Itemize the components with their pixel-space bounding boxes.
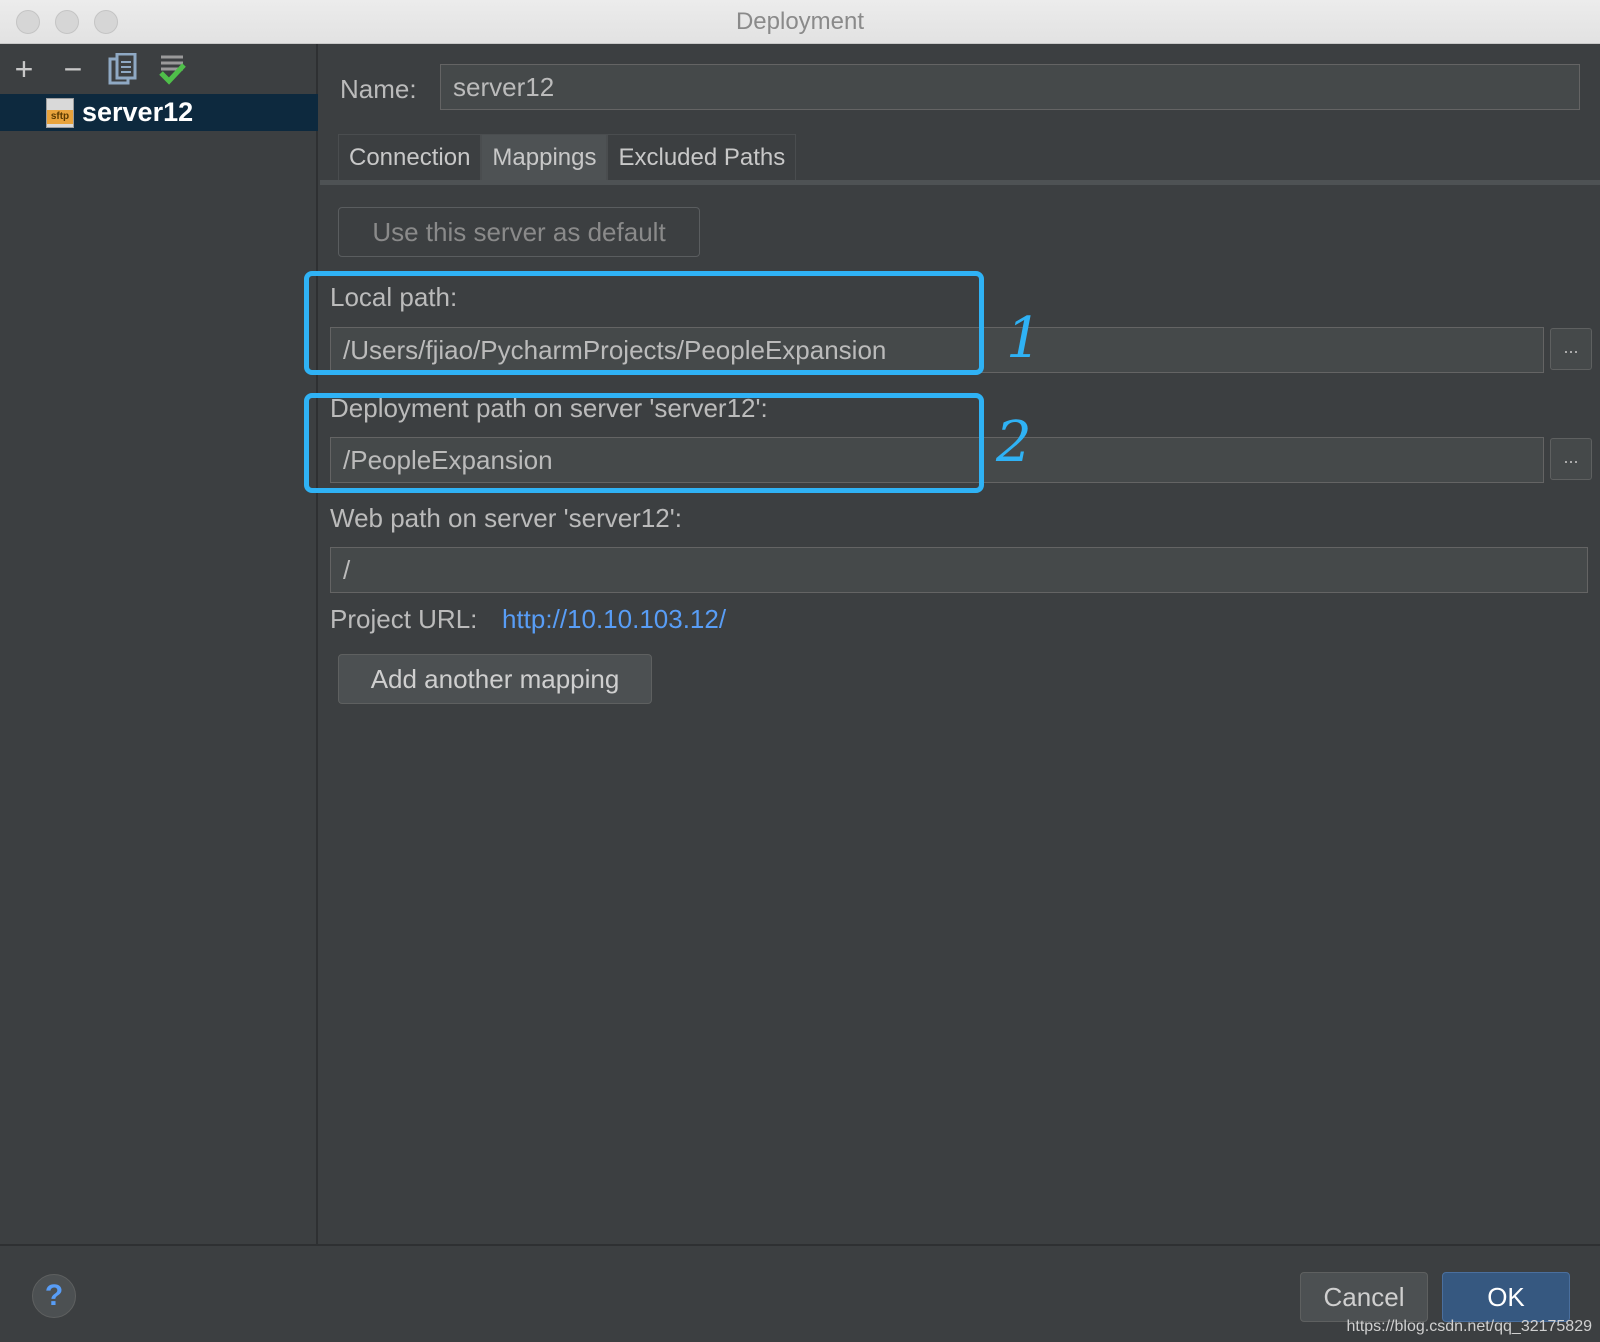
sftp-tag: sftp bbox=[47, 110, 73, 124]
tab-mappings[interactable]: Mappings bbox=[481, 134, 608, 180]
minus-icon[interactable]: − bbox=[56, 52, 90, 86]
project-url-link[interactable]: http://10.10.103.12/ bbox=[502, 604, 726, 635]
web-path-label: Web path on server 'server12': bbox=[330, 503, 682, 533]
local-path-input[interactable] bbox=[330, 327, 1544, 373]
check-default-icon[interactable] bbox=[155, 52, 189, 86]
server-name-input[interactable] bbox=[440, 64, 1580, 110]
use-as-default-button[interactable]: Use this server as default bbox=[338, 207, 700, 257]
cancel-button[interactable]: Cancel bbox=[1300, 1272, 1428, 1322]
copy-icon[interactable] bbox=[106, 52, 140, 86]
window-title: Deployment bbox=[735, 8, 865, 35]
ok-button[interactable]: OK bbox=[1442, 1272, 1570, 1322]
browse-local-path-button[interactable]: ... bbox=[1550, 328, 1592, 370]
browse-deployment-path-button[interactable]: ... bbox=[1550, 438, 1592, 480]
deployment-path-label: Deployment path on server 'server12': bbox=[330, 393, 768, 423]
server-settings-panel: Name: Connection Mappings Excluded Paths… bbox=[304, 44, 1600, 1244]
tab-connection[interactable]: Connection bbox=[338, 134, 482, 180]
annotation-number-2: 2 bbox=[996, 410, 1032, 475]
deployment-path-input[interactable] bbox=[330, 437, 1544, 483]
title-bar: Deployment bbox=[0, 0, 1600, 44]
tab-excluded-paths[interactable]: Excluded Paths bbox=[607, 134, 797, 180]
server-list-toolbar: + − bbox=[0, 44, 318, 94]
server-list-item[interactable]: sftp server12 bbox=[0, 94, 318, 131]
project-url-label: Project URL: bbox=[330, 604, 478, 634]
server-list-item-label: server12 bbox=[82, 97, 194, 127]
name-label: Name: bbox=[340, 74, 417, 104]
dialog-footer: ? Cancel OK https://blog.csdn.net/qq_321… bbox=[0, 1244, 1600, 1342]
plus-icon[interactable]: + bbox=[7, 52, 41, 86]
local-path-label: Local path: bbox=[330, 282, 458, 312]
annotation-number-1: 1 bbox=[1006, 306, 1042, 371]
server-list-panel: + − sftp server12 bbox=[0, 44, 318, 1244]
sftp-server-icon: sftp bbox=[46, 98, 74, 128]
help-button[interactable]: ? bbox=[32, 1274, 76, 1318]
web-path-input[interactable] bbox=[330, 547, 1588, 593]
add-another-mapping-button[interactable]: Add another mapping bbox=[338, 654, 652, 704]
settings-tabs: Connection Mappings Excluded Paths bbox=[338, 134, 797, 180]
watermark: https://blog.csdn.net/qq_32175829 bbox=[1346, 1318, 1592, 1335]
tab-divider bbox=[320, 180, 1600, 185]
